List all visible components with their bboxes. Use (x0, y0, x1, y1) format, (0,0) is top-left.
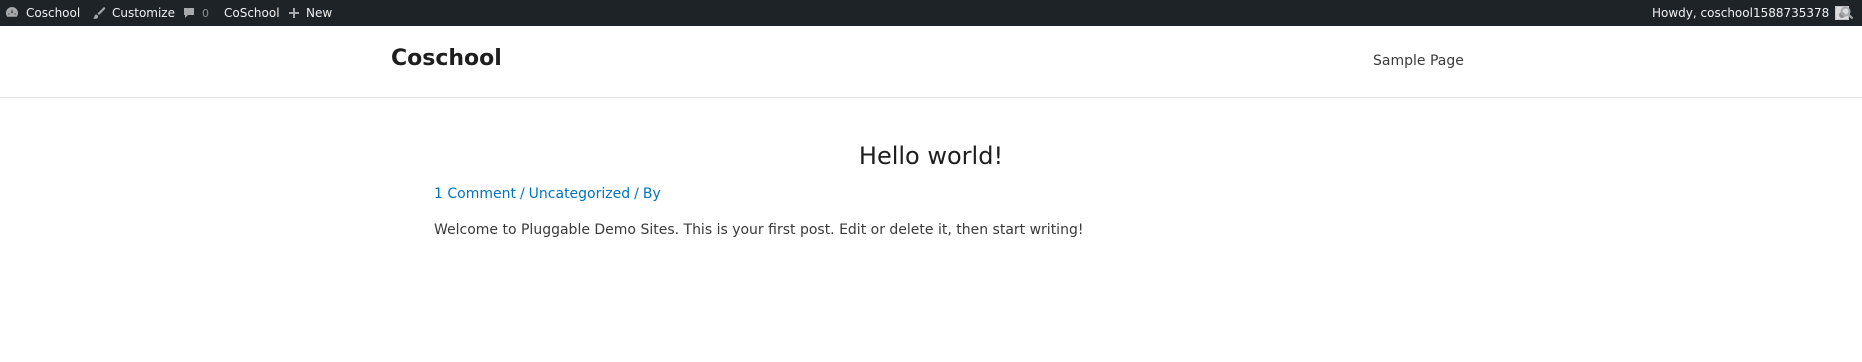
comment-icon (182, 6, 196, 20)
admin-coschool-link[interactable]: CoSchool (224, 0, 280, 26)
admin-site-name: Coschool (26, 6, 81, 20)
meta-separator: / (634, 186, 639, 202)
plus-icon (288, 7, 300, 19)
dashboard-icon (4, 5, 20, 21)
post-category-link[interactable]: Uncategorized (529, 186, 630, 202)
search-icon (1840, 6, 1854, 20)
admin-customize[interactable]: Customize (90, 0, 175, 26)
post-author-label: By (642, 186, 661, 202)
admin-new-content[interactable]: New (288, 0, 332, 26)
site-header: Coschool Sample Page (0, 26, 1862, 98)
admin-howdy-label: Howdy, coschool1588735378 (1652, 6, 1830, 20)
admin-search[interactable] (1840, 0, 1854, 26)
admin-account-menu[interactable]: Howdy, coschool1588735378 (1652, 0, 1850, 26)
admin-coschool-label: CoSchool (224, 6, 280, 20)
post-meta: 1 Comment / Uncategorized / By (434, 186, 661, 202)
admin-customize-label: Customize (112, 6, 175, 20)
site-title[interactable]: Coschool (391, 46, 502, 71)
admin-site-menu[interactable]: Coschool (4, 0, 80, 26)
brush-icon (90, 5, 106, 21)
admin-bar: Coschool Customize 0 CoSchool New Howdy,… (0, 0, 1862, 26)
nav-item-sample-page[interactable]: Sample Page (1373, 53, 1464, 69)
post-title: Hello world! (0, 142, 1862, 170)
meta-separator: / (519, 186, 525, 202)
admin-new-label: New (306, 6, 333, 20)
admin-comments[interactable]: 0 (182, 0, 209, 26)
admin-comments-count: 0 (202, 6, 209, 20)
post-title-text[interactable]: Hello world! (859, 142, 1003, 170)
post-comments-link[interactable]: 1 Comment (434, 186, 516, 202)
post-body: Welcome to Pluggable Demo Sites. This is… (434, 222, 1084, 238)
